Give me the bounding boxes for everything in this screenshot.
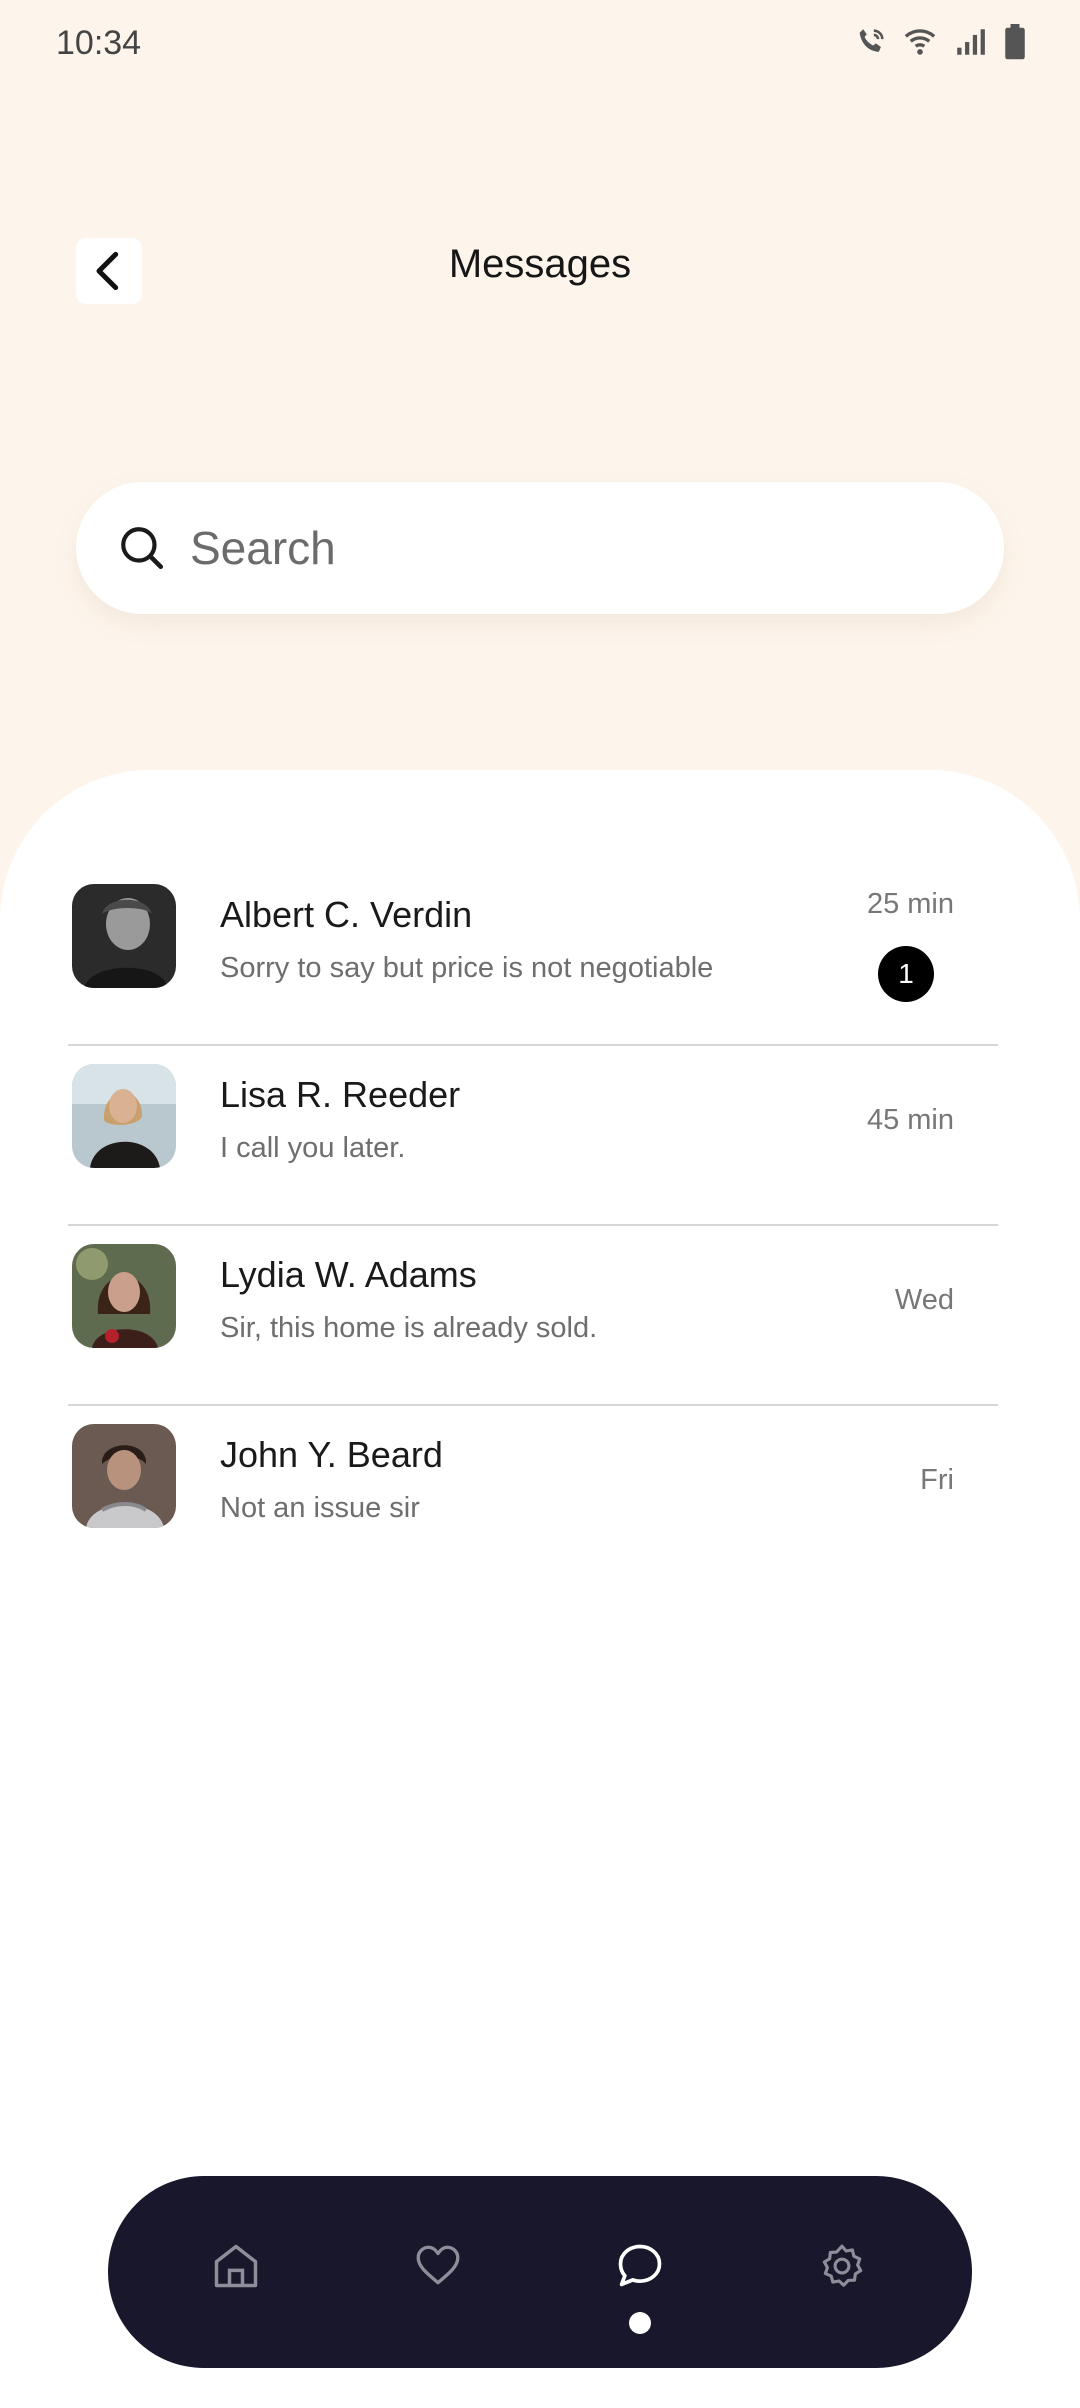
home-icon: [214, 2244, 258, 2288]
avatar: [72, 1244, 176, 1348]
avatar: [72, 1064, 176, 1168]
message-preview: I call you later.: [220, 1132, 406, 1164]
search-bar[interactable]: [76, 482, 1004, 614]
message-time: 45 min: [866, 1104, 954, 1136]
contact-name: Lisa R. Reeder: [220, 1074, 461, 1115]
heart-icon: [416, 2245, 460, 2285]
contact-name: Lydia W. Adams: [220, 1254, 477, 1295]
conversation-row[interactable]: Lydia W. Adams Sir, this home is already…: [68, 1226, 998, 1406]
header: Messages: [0, 220, 1080, 320]
avatar: [72, 1424, 176, 1528]
status-icons: [854, 24, 1028, 60]
call-icon: [859, 29, 884, 52]
avatar: [72, 884, 176, 988]
conversation-row[interactable]: Lisa R. Reeder I call you later. 45 min: [68, 1046, 998, 1226]
battery-icon: [1005, 24, 1025, 60]
messages-sheet: Albert C. Verdin Sorry to say but price …: [0, 770, 1080, 2408]
message-preview: Sir, this home is already sold.: [220, 1312, 598, 1344]
signal-icon: [957, 29, 985, 55]
nav-settings[interactable]: [810, 2234, 874, 2298]
conversation-row[interactable]: Albert C. Verdin Sorry to say but price …: [68, 866, 998, 1046]
message-time: Fri: [920, 1464, 954, 1496]
message-time: 25 min: [866, 888, 954, 920]
message-preview: Sorry to say but price is not negotiable: [220, 952, 714, 984]
unread-badge: 1: [878, 946, 934, 1002]
page-title: Messages: [448, 242, 632, 286]
wifi-icon: [904, 29, 936, 55]
active-indicator: [629, 2312, 651, 2334]
nav-messages[interactable]: [608, 2234, 672, 2298]
settings-icon: [822, 2244, 863, 2287]
contact-name: Albert C. Verdin: [220, 894, 473, 935]
chat-icon: [618, 2244, 662, 2287]
conversation-row[interactable]: John Y. Beard Not an issue sir Fri: [68, 1406, 998, 1584]
bottom-nav: [108, 2176, 972, 2368]
search-input[interactable]: [188, 520, 952, 576]
status-bar: 10:34: [0, 0, 1080, 90]
message-time: Wed: [894, 1284, 954, 1316]
status-time: 10:34: [56, 24, 142, 62]
nav-home[interactable]: [204, 2234, 268, 2298]
nav-favorites[interactable]: [406, 2234, 470, 2298]
conversation-list: Albert C. Verdin Sorry to say but price …: [68, 866, 998, 1584]
search-icon: [114, 520, 170, 576]
contact-name: John Y. Beard: [220, 1434, 443, 1475]
message-preview: Not an issue sir: [220, 1492, 420, 1524]
